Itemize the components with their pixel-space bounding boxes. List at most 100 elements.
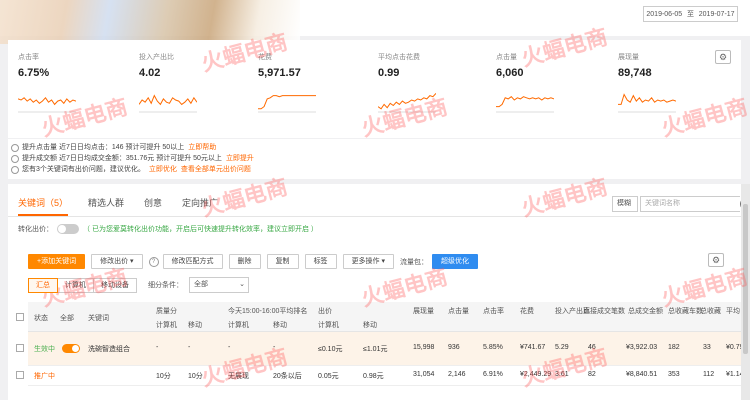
tip-text: 提升点击量 近7日日均点击：146 预计可提升 50以上 xyxy=(22,144,185,151)
metric-value: 5,971.57 xyxy=(258,67,301,79)
convert-label: 转化出价： xyxy=(18,226,53,233)
metric-cost[interactable]: 花费 5,971.57 xyxy=(258,52,368,113)
col-impressions[interactable]: 展现量 xyxy=(413,306,434,316)
metric-label: 平均点击花费 xyxy=(378,54,420,61)
col-fav-items[interactable]: 总收藏 xyxy=(700,306,721,316)
col-rank: 今天15:00-16:00平均排名 xyxy=(228,308,308,315)
tab-targeting[interactable]: 定向推广 xyxy=(182,194,218,216)
metric-label: 点击量 xyxy=(496,54,517,61)
row-bid-mobile[interactable]: 0.98元 xyxy=(363,371,384,381)
row-fav: 182 xyxy=(668,344,680,351)
row-amount: ¥3,922.03 xyxy=(626,344,658,351)
tab-creative[interactable]: 创意 xyxy=(144,194,162,216)
metric-clicks[interactable]: 点击量 6,060 xyxy=(496,52,606,113)
date-end: 2019-07-17 xyxy=(698,10,735,18)
convert-toggle[interactable] xyxy=(57,224,79,234)
tip-link[interactable]: 立即优化 xyxy=(149,166,177,173)
table-row[interactable]: 生效中 洗碗智造组合 - - - - ≤0.10元 ≤1.01元 15,998 … xyxy=(16,332,744,366)
tip-extra-link[interactable]: 查看全部单元出价问题 xyxy=(181,166,251,173)
col-all-filter[interactable]: 全部 xyxy=(60,313,74,323)
col-quality-mobile[interactable]: 移动 xyxy=(188,320,202,330)
banner-image xyxy=(0,0,300,44)
col-rank-pc[interactable]: 计算机 xyxy=(228,320,249,330)
match-select[interactable]: 模糊 xyxy=(612,196,638,212)
col-keyword[interactable]: 关键词 xyxy=(88,313,109,323)
col-total-amount[interactable]: 总成交金额 xyxy=(628,306,663,316)
col-avg[interactable]: 平均 xyxy=(726,306,740,316)
metric-roi[interactable]: 投入产出比 4.02 xyxy=(139,52,249,113)
row-cost: ¥2,449.29 xyxy=(520,371,552,378)
col-fav-count[interactable]: 总收藏车数 xyxy=(668,306,703,316)
col-quality-pc[interactable]: 计算机 xyxy=(156,320,177,330)
select-all-checkbox[interactable] xyxy=(16,313,24,321)
col-bid-pc[interactable]: 计算机 xyxy=(318,320,339,330)
tab-audience[interactable]: 精选人群 xyxy=(88,194,124,216)
copy-button[interactable]: 复制 xyxy=(266,254,299,269)
segment-pc[interactable]: 计算机 xyxy=(57,277,94,293)
add-keyword-button[interactable]: +添加关键词 xyxy=(28,254,86,269)
delete-button[interactable]: 删除 xyxy=(228,254,261,269)
scrollbar[interactable] xyxy=(741,184,750,400)
metric-trend-chart xyxy=(258,95,316,113)
top-bar: 2019-06-05 至 2019-07-17 xyxy=(0,0,750,44)
row-toggle[interactable] xyxy=(62,344,80,353)
row-bid-pc[interactable]: ≤0.10元 xyxy=(318,344,342,354)
col-status[interactable]: 状态 xyxy=(34,313,48,323)
row-clicks: 936 xyxy=(448,344,460,351)
table-settings-button[interactable]: ⚙ xyxy=(708,253,724,267)
match-select-value: 模糊 xyxy=(617,200,631,207)
row-checkbox[interactable] xyxy=(16,371,24,379)
tip-text: 提升成交额 近7日日均成交金额：351.76元 预计可提升 50元以上 xyxy=(22,155,222,162)
tips-panel: 提升点击量 近7日日均点击：146 预计可提升 50以上 立即帮助 提升成交额 近… xyxy=(8,139,741,179)
row-keyword[interactable]: 洗碗智造组合 xyxy=(88,344,130,354)
tip-link[interactable]: 立即提升 xyxy=(226,155,254,162)
filter-select[interactable]: 全部 ⌄ xyxy=(189,277,249,293)
sparkline xyxy=(496,96,554,108)
tab-bar: 关键词（5） 精选人群 创意 定向推广 xyxy=(18,194,238,216)
col-direct-orders[interactable]: 直接成交笔数 xyxy=(583,306,625,316)
row-fav-items: 112 xyxy=(703,371,715,378)
row-fav-items: 33 xyxy=(703,344,711,351)
segment-summary[interactable]: 汇总 xyxy=(28,277,58,293)
search-input[interactable]: 关键词名称 xyxy=(640,196,740,212)
row-bid-mobile[interactable]: ≤1.01元 xyxy=(363,344,387,354)
more-actions-button[interactable]: 更多操作 ▾ xyxy=(342,254,395,269)
row-orders: 82 xyxy=(588,371,596,378)
metric-trend-chart xyxy=(618,93,676,113)
date-separator: 至 xyxy=(686,11,694,18)
col-cost[interactable]: 花费 xyxy=(520,306,534,316)
col-clicks[interactable]: 点击量 xyxy=(448,306,469,316)
segment-mobile[interactable]: 移动设备 xyxy=(93,277,137,293)
metric-trend-chart xyxy=(378,93,436,113)
tag-button[interactable]: 标签 xyxy=(304,254,337,269)
metric-trend-chart xyxy=(139,94,197,113)
metric-impressions[interactable]: 展现量 89,748 xyxy=(618,52,728,113)
tab-keywords[interactable]: 关键词（5） xyxy=(18,194,69,216)
row-bid-pc[interactable]: 0.05元 xyxy=(318,371,339,381)
row-status: 推广中 xyxy=(34,373,55,380)
super-optimize-button[interactable]: 超级优化 xyxy=(432,254,479,269)
col-bid-mobile[interactable]: 移动 xyxy=(363,320,377,330)
row-clicks: 2,146 xyxy=(448,371,466,378)
row-impressions: 15,998 xyxy=(413,344,435,351)
metric-avg-click-cost[interactable]: 平均点击花费 0.99 xyxy=(378,52,488,113)
metric-value: 4.02 xyxy=(139,67,161,79)
table-header: 状态 全部 关键词 质量分 计算机 移动 今天15:00-16:00平均排名 计… xyxy=(16,302,741,332)
metric-value: 6.75% xyxy=(18,67,50,79)
row-ctr: 6.91% xyxy=(483,371,503,378)
gear-icon: ⚙ xyxy=(718,52,728,62)
metric-ctr[interactable]: 点击率 6.75% xyxy=(18,52,128,113)
col-rank-mobile[interactable]: 移动 xyxy=(273,320,287,330)
modify-match-button[interactable]: 修改匹配方式 xyxy=(162,254,223,269)
date-range-picker[interactable]: 2019-06-05 至 2019-07-17 xyxy=(643,6,738,22)
metrics-settings-button[interactable]: ⚙ xyxy=(715,50,731,64)
tip-link[interactable]: 立即帮助 xyxy=(188,144,216,151)
chevron-down-icon: ⌄ xyxy=(239,281,245,288)
table-row[interactable]: 推广中 10分 10分 无展现 20条以后 0.05元 0.98元 31,054… xyxy=(16,366,744,386)
metric-label: 点击率 xyxy=(18,54,39,61)
divider xyxy=(8,216,741,217)
modify-bid-button[interactable]: 修改出价 ▾ xyxy=(91,254,143,269)
col-ctr[interactable]: 点击率 xyxy=(483,306,504,316)
row-checkbox[interactable] xyxy=(16,344,24,352)
main-panel: 关键词（5） 精选人群 创意 定向推广 模糊 关键词名称 转化出价： （ 已为您… xyxy=(8,184,744,400)
